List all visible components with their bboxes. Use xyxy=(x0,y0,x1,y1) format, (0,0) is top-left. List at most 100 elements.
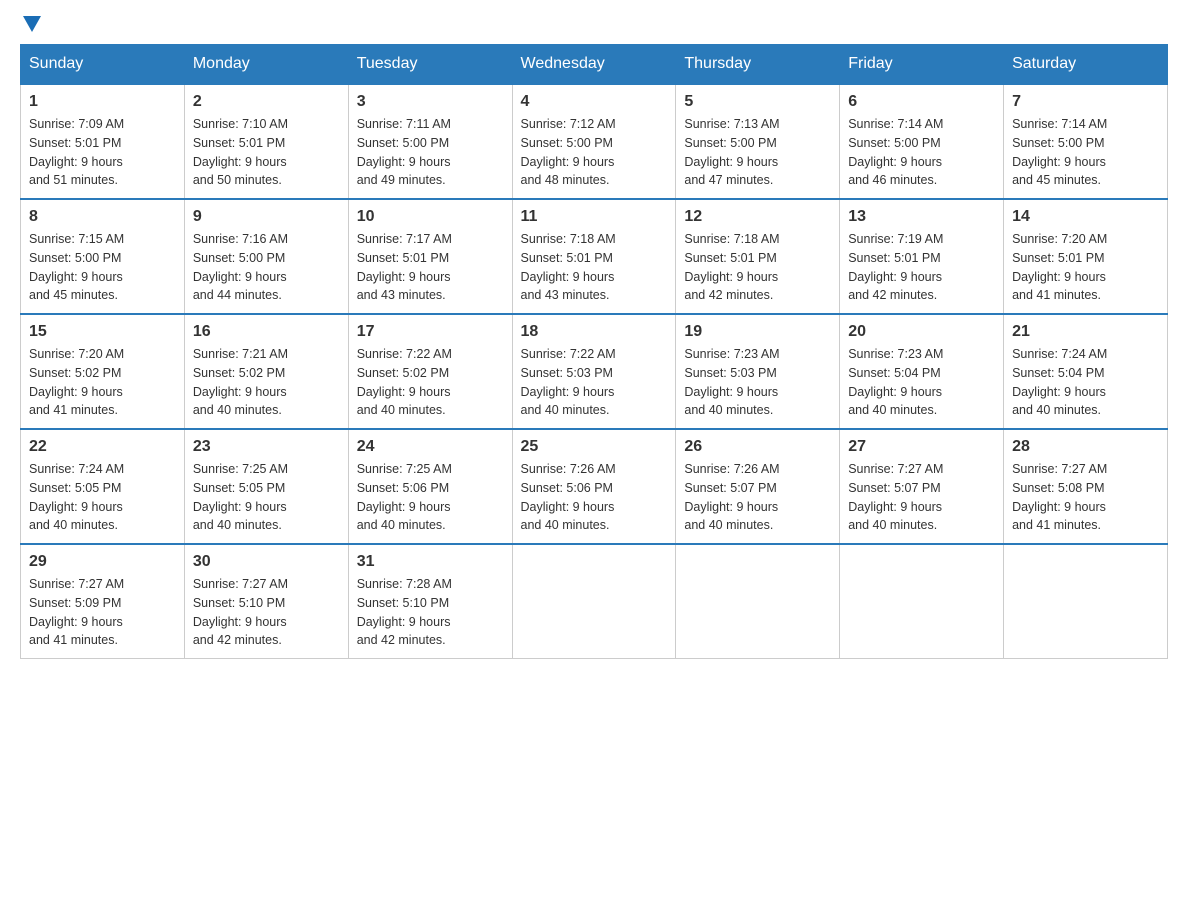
day-info: Sunrise: 7:22 AMSunset: 5:03 PMDaylight:… xyxy=(521,345,668,420)
calendar-week-row: 15Sunrise: 7:20 AMSunset: 5:02 PMDayligh… xyxy=(21,314,1168,429)
day-info: Sunrise: 7:27 AMSunset: 5:08 PMDaylight:… xyxy=(1012,460,1159,535)
day-number: 19 xyxy=(684,323,831,341)
calendar-cell: 4 Sunrise: 7:12 AMSunset: 5:00 PMDaylight… xyxy=(512,84,676,199)
day-info: Sunrise: 7:11 AMSunset: 5:00 PMDaylight:… xyxy=(357,115,504,190)
day-info: Sunrise: 7:10 AMSunset: 5:01 PMDaylight:… xyxy=(193,115,340,190)
calendar-cell: 11 Sunrise: 7:18 AMSunset: 5:01 PMDayligh… xyxy=(512,199,676,314)
calendar-cell: 1 Sunrise: 7:09 AMSunset: 5:01 PMDaylight… xyxy=(21,84,185,199)
day-info: Sunrise: 7:27 AMSunset: 5:10 PMDaylight:… xyxy=(193,575,340,650)
day-info: Sunrise: 7:18 AMSunset: 5:01 PMDaylight:… xyxy=(684,230,831,305)
day-number: 13 xyxy=(848,208,995,226)
calendar-cell: 24 Sunrise: 7:25 AMSunset: 5:06 PMDayligh… xyxy=(348,429,512,544)
calendar-cell: 10 Sunrise: 7:17 AMSunset: 5:01 PMDayligh… xyxy=(348,199,512,314)
day-of-week-header: Sunday xyxy=(21,45,185,85)
day-info: Sunrise: 7:19 AMSunset: 5:01 PMDaylight:… xyxy=(848,230,995,305)
day-number: 1 xyxy=(29,93,176,111)
calendar-cell: 12 Sunrise: 7:18 AMSunset: 5:01 PMDayligh… xyxy=(676,199,840,314)
day-number: 30 xyxy=(193,553,340,571)
day-number: 27 xyxy=(848,438,995,456)
logo xyxy=(20,20,41,28)
day-number: 12 xyxy=(684,208,831,226)
day-number: 5 xyxy=(684,93,831,111)
calendar-cell: 31 Sunrise: 7:28 AMSunset: 5:10 PMDayligh… xyxy=(348,544,512,659)
day-number: 31 xyxy=(357,553,504,571)
day-info: Sunrise: 7:14 AMSunset: 5:00 PMDaylight:… xyxy=(1012,115,1159,190)
calendar-cell: 16 Sunrise: 7:21 AMSunset: 5:02 PMDayligh… xyxy=(184,314,348,429)
day-number: 7 xyxy=(1012,93,1159,111)
calendar-week-row: 1 Sunrise: 7:09 AMSunset: 5:01 PMDaylight… xyxy=(21,84,1168,199)
calendar-cell: 23 Sunrise: 7:25 AMSunset: 5:05 PMDayligh… xyxy=(184,429,348,544)
day-number: 17 xyxy=(357,323,504,341)
calendar-cell: 2 Sunrise: 7:10 AMSunset: 5:01 PMDaylight… xyxy=(184,84,348,199)
day-of-week-header: Wednesday xyxy=(512,45,676,85)
day-number: 8 xyxy=(29,208,176,226)
calendar-cell: 6Sunrise: 7:14 AMSunset: 5:00 PMDaylight… xyxy=(840,84,1004,199)
day-info: Sunrise: 7:25 AMSunset: 5:05 PMDaylight:… xyxy=(193,460,340,535)
day-number: 25 xyxy=(521,438,668,456)
day-number: 20 xyxy=(848,323,995,341)
day-of-week-header: Saturday xyxy=(1004,45,1168,85)
calendar-cell: 21Sunrise: 7:24 AMSunset: 5:04 PMDayligh… xyxy=(1004,314,1168,429)
day-info: Sunrise: 7:21 AMSunset: 5:02 PMDaylight:… xyxy=(193,345,340,420)
calendar-cell: 3 Sunrise: 7:11 AMSunset: 5:00 PMDaylight… xyxy=(348,84,512,199)
day-info: Sunrise: 7:16 AMSunset: 5:00 PMDaylight:… xyxy=(193,230,340,305)
day-info: Sunrise: 7:17 AMSunset: 5:01 PMDaylight:… xyxy=(357,230,504,305)
calendar-cell: 17 Sunrise: 7:22 AMSunset: 5:02 PMDayligh… xyxy=(348,314,512,429)
calendar-cell: 26Sunrise: 7:26 AMSunset: 5:07 PMDayligh… xyxy=(676,429,840,544)
day-info: Sunrise: 7:23 AMSunset: 5:04 PMDaylight:… xyxy=(848,345,995,420)
calendar-cell xyxy=(1004,544,1168,659)
day-info: Sunrise: 7:22 AMSunset: 5:02 PMDaylight:… xyxy=(357,345,504,420)
day-info: Sunrise: 7:12 AMSunset: 5:00 PMDaylight:… xyxy=(521,115,668,190)
day-info: Sunrise: 7:24 AMSunset: 5:05 PMDaylight:… xyxy=(29,460,176,535)
day-info: Sunrise: 7:28 AMSunset: 5:10 PMDaylight:… xyxy=(357,575,504,650)
calendar-cell xyxy=(676,544,840,659)
day-number: 18 xyxy=(521,323,668,341)
day-number: 23 xyxy=(193,438,340,456)
calendar-cell: 30 Sunrise: 7:27 AMSunset: 5:10 PMDayligh… xyxy=(184,544,348,659)
day-info: Sunrise: 7:13 AMSunset: 5:00 PMDaylight:… xyxy=(684,115,831,190)
calendar-cell: 19 Sunrise: 7:23 AMSunset: 5:03 PMDayligh… xyxy=(676,314,840,429)
calendar-cell: 15Sunrise: 7:20 AMSunset: 5:02 PMDayligh… xyxy=(21,314,185,429)
day-info: Sunrise: 7:09 AMSunset: 5:01 PMDaylight:… xyxy=(29,115,176,190)
day-info: Sunrise: 7:27 AMSunset: 5:09 PMDaylight:… xyxy=(29,575,176,650)
day-number: 3 xyxy=(357,93,504,111)
day-info: Sunrise: 7:26 AMSunset: 5:07 PMDaylight:… xyxy=(684,460,831,535)
day-number: 22 xyxy=(29,438,176,456)
page-header xyxy=(20,20,1168,28)
calendar-cell xyxy=(840,544,1004,659)
calendar-week-row: 22 Sunrise: 7:24 AMSunset: 5:05 PMDayligh… xyxy=(21,429,1168,544)
day-number: 16 xyxy=(193,323,340,341)
day-number: 24 xyxy=(357,438,504,456)
day-info: Sunrise: 7:18 AMSunset: 5:01 PMDaylight:… xyxy=(521,230,668,305)
day-info: Sunrise: 7:20 AMSunset: 5:02 PMDaylight:… xyxy=(29,345,176,420)
calendar-cell: 25 Sunrise: 7:26 AMSunset: 5:06 PMDayligh… xyxy=(512,429,676,544)
calendar-week-row: 29Sunrise: 7:27 AMSunset: 5:09 PMDayligh… xyxy=(21,544,1168,659)
day-info: Sunrise: 7:25 AMSunset: 5:06 PMDaylight:… xyxy=(357,460,504,535)
day-number: 10 xyxy=(357,208,504,226)
day-of-week-header: Thursday xyxy=(676,45,840,85)
day-info: Sunrise: 7:15 AMSunset: 5:00 PMDaylight:… xyxy=(29,230,176,305)
day-number: 28 xyxy=(1012,438,1159,456)
calendar-header-row: SundayMondayTuesdayWednesdayThursdayFrid… xyxy=(21,45,1168,85)
calendar-cell xyxy=(512,544,676,659)
logo-triangle-icon xyxy=(23,16,41,32)
day-info: Sunrise: 7:26 AMSunset: 5:06 PMDaylight:… xyxy=(521,460,668,535)
day-info: Sunrise: 7:23 AMSunset: 5:03 PMDaylight:… xyxy=(684,345,831,420)
day-number: 6 xyxy=(848,93,995,111)
calendar-cell: 14Sunrise: 7:20 AMSunset: 5:01 PMDayligh… xyxy=(1004,199,1168,314)
calendar-cell: 13 Sunrise: 7:19 AMSunset: 5:01 PMDayligh… xyxy=(840,199,1004,314)
day-number: 14 xyxy=(1012,208,1159,226)
calendar-cell: 8 Sunrise: 7:15 AMSunset: 5:00 PMDaylight… xyxy=(21,199,185,314)
day-number: 11 xyxy=(521,208,668,226)
day-of-week-header: Monday xyxy=(184,45,348,85)
calendar-week-row: 8 Sunrise: 7:15 AMSunset: 5:00 PMDaylight… xyxy=(21,199,1168,314)
day-number: 4 xyxy=(521,93,668,111)
day-info: Sunrise: 7:27 AMSunset: 5:07 PMDaylight:… xyxy=(848,460,995,535)
calendar-cell: 28 Sunrise: 7:27 AMSunset: 5:08 PMDayligh… xyxy=(1004,429,1168,544)
day-number: 21 xyxy=(1012,323,1159,341)
day-number: 9 xyxy=(193,208,340,226)
calendar-cell: 29Sunrise: 7:27 AMSunset: 5:09 PMDayligh… xyxy=(21,544,185,659)
calendar-cell: 7 Sunrise: 7:14 AMSunset: 5:00 PMDaylight… xyxy=(1004,84,1168,199)
day-number: 2 xyxy=(193,93,340,111)
calendar-cell: 18 Sunrise: 7:22 AMSunset: 5:03 PMDayligh… xyxy=(512,314,676,429)
